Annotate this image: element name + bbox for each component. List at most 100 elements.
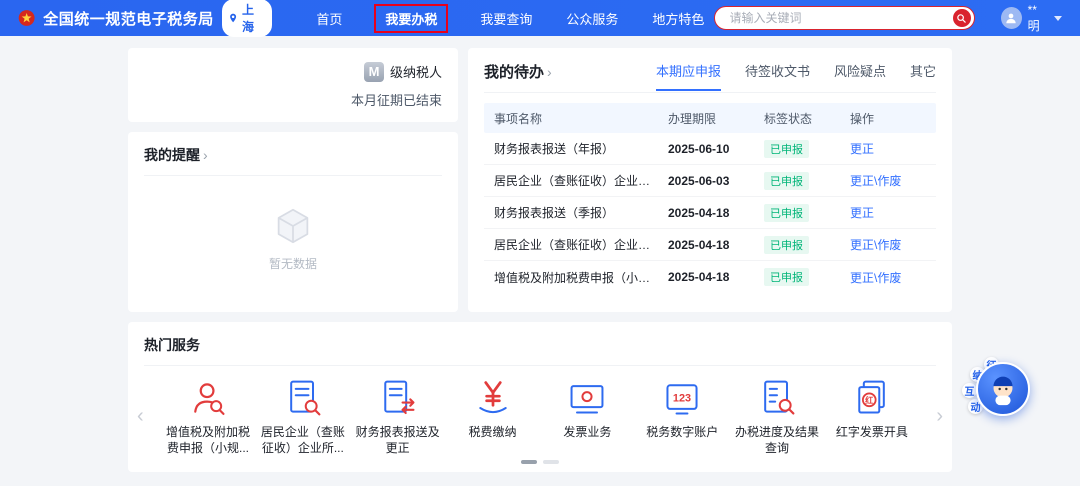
search-input[interactable] [727,10,953,26]
todo-deadline: 2025-04-18 [668,270,730,284]
todo-table-header: 事项名称 办理期限 标签状态 操作 [484,103,936,133]
action-link[interactable]: 更正\作废 [850,236,926,253]
nav-item-home[interactable]: 首页 [314,6,344,31]
taxpayer-info-card: M 级纳税人 本月征期已结束 [128,48,458,122]
reminders-title: 我的提醒 [144,147,200,163]
reminders-title-link[interactable]: 我的提醒 [144,145,442,176]
service-label: 红字发票开具 [835,425,908,439]
taxpayer-level: M 级纳税人 [363,61,442,82]
carousel-dot[interactable] [543,460,559,464]
search-box [714,6,975,30]
table-row: 增值税及附加税费申报（小规模纳税人） 2025-04-18 已申报 更正\作废 [484,261,936,293]
carousel-pagination [128,460,952,464]
todo-card: 我的待办 本期应申报 待签收文书 风险疑点 其它 事项名称 办理期限 标签状态 … [468,48,952,312]
todo-deadline: 2025-04-18 [668,237,730,252]
app-title: 全国统一规范电子税务局 [43,10,214,28]
table-row: 财务报表报送（季报） 2025-04-18 已申报 更正 [484,197,936,229]
table-row: 居民企业（查账征收）企业所得税年度... 2025-06-03 已申报 更正\作… [484,165,936,197]
todo-item-name: 财务报表报送（年报） [494,142,615,156]
todo-deadline: 2025-06-10 [668,141,730,156]
tab-others[interactable]: 其它 [910,61,936,91]
location-pin-icon [229,13,236,23]
page-content: M 级纳税人 本月征期已结束 我的提醒 暂无数据 [0,36,1080,472]
todo-title: 我的待办 [484,64,545,81]
national-emblem-icon [18,10,35,26]
service-label: 发票业务 [563,425,612,439]
top-navbar: 全国统一规范电子税务局 上海 首页 我要办税 我要查询 公众服务 地方特色 请输… [0,0,1080,37]
tax-period-status: 本月征期已结束 [350,92,442,108]
search-icon [957,13,966,23]
assistant-char-badge: 互 [962,383,977,398]
service-progress-query[interactable]: 办税进度及结果查询 [733,378,821,456]
service-digital-account[interactable]: 123 税务数字账户 [638,378,726,456]
username: **明 [1027,2,1040,33]
reminders-card: 我的提醒 暂无数据 [128,132,458,312]
service-label: 税务数字账户 [646,425,719,439]
carousel-prev-icon[interactable] [137,406,144,426]
main-nav: 首页 我要办税 我要查询 公众服务 地方特色 [314,3,706,33]
yen-payment-icon [478,381,507,414]
interaction-assistant-widget[interactable]: 征 纳 互 动 [960,357,1030,426]
carousel-dot[interactable] [521,460,537,464]
col-deadline: 办理期限 [668,111,717,126]
reminders-empty-state: 暂无数据 [144,176,442,299]
service-invoice-business[interactable]: 发票业务 [543,378,631,456]
action-link[interactable]: 更正\作废 [850,172,926,189]
service-label: 财务报表报送及更正 [355,425,440,456]
status-badge: 已申报 [764,235,809,254]
tab-documents-to-sign[interactable]: 待签收文书 [745,61,810,91]
service-resident-enterprise[interactable]: 居民企业（查账征收）企业所... [259,378,347,456]
chevron-down-icon [1054,16,1062,21]
status-badge: 已申报 [764,203,809,222]
red-invoice-icon: 红 [858,380,885,414]
service-list: 增值税及附加税费申报（小规... 居民企业（查账征收）企业所... 财务报表报送… [144,366,936,456]
assistant-mascot-icon [993,376,1013,406]
user-menu[interactable]: **明 [1000,2,1062,34]
empty-box-icon [277,208,309,244]
nav-item-public-services[interactable]: 公众服务 [564,6,620,31]
table-row: 居民企业（查账征收）企业所得税月（... 2025-04-18 已申报 更正\作… [484,229,936,261]
status-badge: 已申报 [764,139,809,158]
todo-header: 我的待办 本期应申报 待签收文书 风险疑点 其它 [484,61,936,93]
tab-current-declaration[interactable]: 本期应申报 [655,61,721,91]
todo-deadline: 2025-04-18 [668,205,730,220]
todo-item-name: 增值税及附加税费申报（小规模纳税人） [494,270,668,285]
hot-services-title: 热门服务 [144,337,200,353]
invoice-icon [570,385,604,414]
status-badge: 已申报 [764,268,809,286]
search-button[interactable] [952,9,971,27]
todo-item-name: 居民企业（查账征收）企业所得税年度... [494,174,668,188]
tab-risk-doubts[interactable]: 风险疑点 [834,61,886,91]
service-label: 居民企业（查账征收）企业所... [260,425,345,456]
nav-item-inquiry[interactable]: 我要查询 [478,6,534,31]
todo-item-name: 财务报表报送（季报） [494,206,615,220]
todo-item-name: 居民企业（查账征收）企业所得税月（... [494,238,668,252]
service-vat-declaration[interactable]: 增值税及附加税费申报（小规... [164,378,252,456]
location-badge[interactable]: 上海 [221,0,273,37]
service-red-invoice[interactable]: 红 红字发票开具 [828,378,916,456]
svg-text:红: 红 [865,395,873,405]
chevron-right-icon [547,65,552,79]
table-row: 财务报表报送（年报） 2025-06-10 已申报 更正 [484,133,936,165]
taxpayer-level-badge: M [363,61,384,82]
action-link[interactable]: 更正 [850,204,926,221]
nav-item-tax-handling[interactable]: 我要办税 [374,3,449,33]
service-financial-report[interactable]: 财务报表报送及更正 [354,378,442,456]
nav-item-local-features[interactable]: 地方特色 [650,6,706,31]
hot-services-header: 热门服务 [144,335,936,366]
carousel-next-icon[interactable] [936,406,943,426]
todo-title-link[interactable]: 我的待办 [484,61,552,92]
user-icon [1006,13,1016,24]
action-link[interactable]: 更正\作废 [850,269,926,286]
svg-text:123: 123 [673,393,691,405]
status-badge: 已申报 [764,171,809,190]
service-tax-payment[interactable]: 税费缴纳 [449,378,537,456]
hot-services-card: 热门服务 增值税及附加税费申报（小规... [128,322,952,472]
todo-tabs: 本期应申报 待签收文书 风险疑点 其它 [655,61,936,91]
digital-account-icon: 123 [666,384,698,415]
person-search-icon [194,383,225,415]
brand: 全国统一规范电子税务局 上海 [18,0,273,37]
todo-deadline: 2025-06-03 [668,173,730,188]
col-status: 标签状态 [764,111,813,126]
action-link[interactable]: 更正 [850,140,926,157]
